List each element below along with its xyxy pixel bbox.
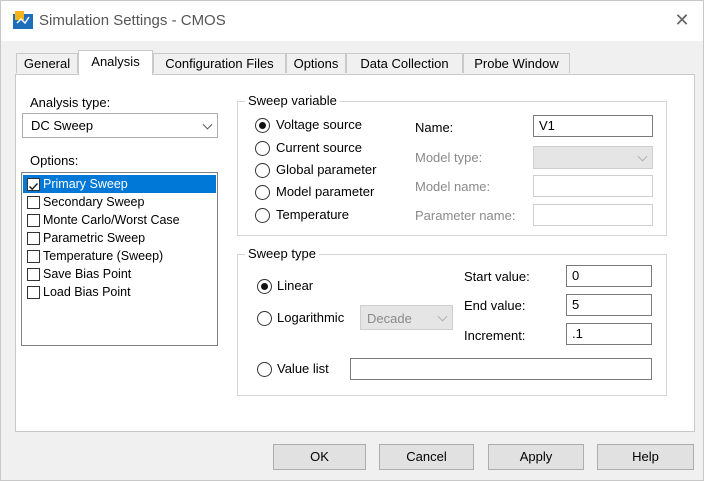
value-list-label[interactable]: Value list [277, 361, 329, 376]
option-label: Load Bias Point [43, 285, 131, 299]
log-scale-select[interactable]: Decade [360, 305, 453, 330]
checkbox-monte-carlo[interactable] [27, 214, 40, 227]
help-button[interactable]: Help [597, 444, 694, 470]
option-load-bias-point[interactable]: Load Bias Point [23, 283, 216, 301]
name-input[interactable]: V1 [533, 115, 653, 137]
tab-analysis[interactable]: Analysis [78, 50, 153, 75]
radio-value-list[interactable] [257, 362, 272, 377]
option-secondary-sweep[interactable]: Secondary Sweep [23, 193, 216, 211]
checkbox-save-bias-point[interactable] [27, 268, 40, 281]
close-icon[interactable]: ✕ [669, 7, 695, 33]
log-scale-value: Decade [367, 311, 412, 326]
option-label: Temperature (Sweep) [43, 249, 164, 263]
global-parameter-label[interactable]: Global parameter [276, 162, 376, 177]
chevron-down-icon [637, 151, 648, 162]
start-value-label: Start value: [464, 269, 530, 284]
temperature-label[interactable]: Temperature [276, 207, 349, 222]
options-label: Options: [30, 153, 79, 168]
tab-configuration-files[interactable]: Configuration Files [153, 53, 286, 73]
sweep-type-title: Sweep type [245, 246, 319, 261]
simulation-settings-dialog: Simulation Settings - CMOS ✕ General Ana… [0, 0, 704, 481]
option-label: Primary Sweep [43, 177, 128, 191]
option-monte-carlo[interactable]: Monte Carlo/Worst Case [23, 211, 216, 229]
apply-button[interactable]: Apply [488, 444, 584, 470]
analysis-type-select[interactable]: DC Sweep [22, 113, 218, 138]
option-label: Save Bias Point [43, 267, 132, 281]
cancel-button[interactable]: Cancel [379, 444, 474, 470]
model-type-label: Model type: [415, 150, 483, 165]
radio-model-parameter[interactable] [255, 185, 270, 200]
tab-options[interactable]: Options [286, 53, 346, 73]
model-parameter-label[interactable]: Model parameter [276, 184, 374, 199]
radio-logarithmic[interactable] [257, 311, 272, 326]
linear-label[interactable]: Linear [277, 278, 313, 293]
title-bar: Simulation Settings - CMOS ✕ [1, 1, 703, 41]
radio-temperature[interactable] [255, 208, 270, 223]
current-source-label[interactable]: Current source [276, 140, 362, 155]
chevron-down-icon [437, 311, 448, 322]
model-type-select[interactable] [533, 146, 653, 169]
checkbox-secondary-sweep[interactable] [27, 196, 40, 209]
options-list[interactable]: Primary Sweep Secondary Sweep Monte Carl… [21, 172, 218, 346]
option-save-bias-point[interactable]: Save Bias Point [23, 265, 216, 283]
checkbox-parametric-sweep[interactable] [27, 232, 40, 245]
logarithmic-label[interactable]: Logarithmic [277, 310, 344, 325]
checkbox-load-bias-point[interactable] [27, 286, 40, 299]
end-value-label: End value: [464, 298, 526, 313]
value-list-input[interactable] [350, 358, 652, 380]
sweep-variable-title: Sweep variable [245, 93, 340, 108]
radio-current-source[interactable] [255, 141, 270, 156]
option-parametric-sweep[interactable]: Parametric Sweep [23, 229, 216, 247]
analysis-type-value: DC Sweep [31, 118, 94, 133]
model-name-label: Model name: [415, 179, 491, 194]
ok-button[interactable]: OK [273, 444, 366, 470]
voltage-source-label[interactable]: Voltage source [276, 117, 362, 132]
model-name-input[interactable] [533, 175, 653, 197]
tab-data-collection[interactable]: Data Collection [346, 53, 463, 73]
start-value-input[interactable]: 0 [566, 265, 652, 287]
checkbox-temperature-sweep[interactable] [27, 250, 40, 263]
name-label: Name: [415, 120, 454, 135]
end-value-input[interactable]: 5 [566, 294, 652, 316]
tab-probe-window[interactable]: Probe Window [463, 53, 570, 73]
option-primary-sweep[interactable]: Primary Sweep [23, 175, 216, 193]
radio-global-parameter[interactable] [255, 163, 270, 178]
orcad-app-icon [13, 11, 33, 29]
option-label: Parametric Sweep [43, 231, 146, 245]
parameter-name-label: Parameter name: [415, 208, 516, 223]
check-icon [28, 182, 39, 191]
chevron-down-icon [202, 119, 213, 130]
window-title: Simulation Settings - CMOS [39, 12, 226, 29]
analysis-type-label: Analysis type: [30, 95, 111, 110]
radio-voltage-source[interactable] [255, 118, 270, 133]
increment-label: Increment: [464, 328, 526, 343]
option-label: Secondary Sweep [43, 195, 145, 209]
checkbox-primary-sweep[interactable] [27, 178, 40, 191]
option-temperature-sweep[interactable]: Temperature (Sweep) [23, 247, 216, 265]
radio-linear[interactable] [257, 279, 272, 294]
parameter-name-input[interactable] [533, 204, 653, 226]
tab-general[interactable]: General [16, 53, 78, 73]
increment-input[interactable]: .1 [566, 323, 652, 345]
option-label: Monte Carlo/Worst Case [43, 213, 180, 227]
